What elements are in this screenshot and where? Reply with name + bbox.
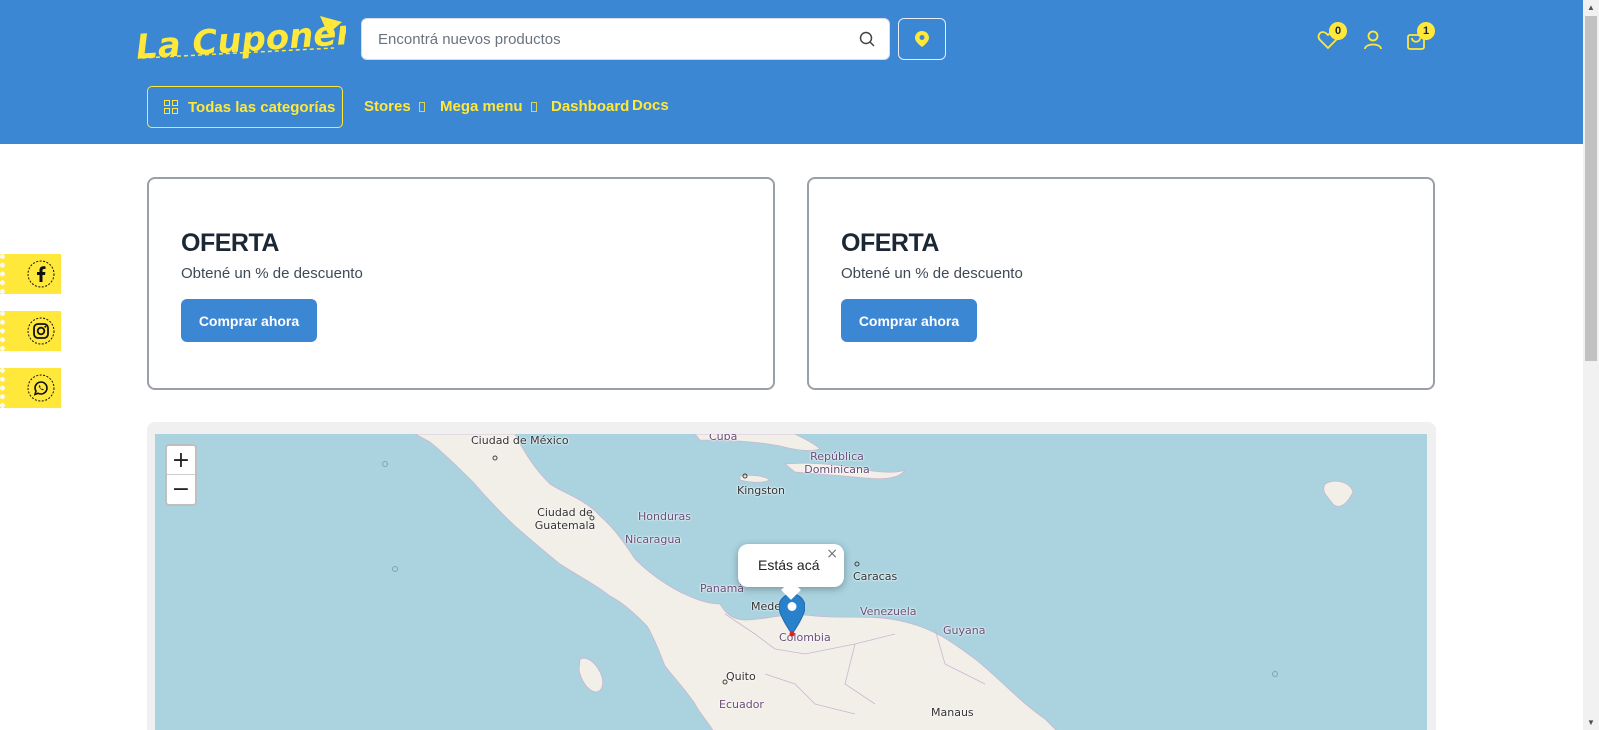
whatsapp-icon — [27, 374, 55, 402]
map-label: Cuba — [709, 434, 738, 443]
scroll-down-icon[interactable]: ▼ — [1587, 718, 1595, 727]
search-box — [361, 18, 890, 60]
nav-dashboard-label: Dashboard — [551, 98, 630, 115]
map-label: Venezuela — [860, 605, 917, 618]
map-label: Nicaragua — [625, 533, 682, 546]
scrollbar[interactable]: ▲ ▼ — [1583, 0, 1599, 730]
nav-docs-label: Docs — [632, 97, 669, 114]
whatsapp-link[interactable] — [0, 368, 61, 408]
close-icon[interactable]: × — [826, 546, 838, 562]
brand-logo[interactable]: La Cuponera — [134, 12, 346, 68]
zoom-control: + − — [165, 444, 197, 506]
instagram-icon — [27, 317, 55, 345]
offer-subtitle: Obtené un % de descuento — [181, 265, 363, 282]
nav-stores[interactable]: Stores — [364, 98, 425, 115]
scrollbar-thumb[interactable] — [1585, 16, 1597, 361]
location-marker-icon[interactable] — [779, 594, 805, 638]
map-label: Ecuador — [719, 698, 764, 711]
offer-title: OFERTA — [181, 229, 279, 257]
svg-text:La Cuponera: La Cuponera — [135, 12, 346, 68]
map-label: República Dominicana — [804, 450, 870, 476]
location-button[interactable] — [898, 18, 946, 60]
map-label: Manaus — [931, 706, 974, 719]
nav-dashboard[interactable]: Dashboard — [551, 98, 629, 115]
popup-text: Estás acá — [758, 557, 820, 573]
search-input[interactable] — [378, 19, 848, 59]
grid-icon — [164, 100, 178, 114]
map-label: Honduras — [638, 510, 691, 523]
chevron-down-icon — [530, 102, 537, 113]
nav-docs[interactable]: Docs — [632, 97, 669, 114]
facebook-icon — [27, 260, 55, 288]
map-pin-icon — [915, 31, 929, 47]
map-label: Guyana — [943, 624, 986, 637]
cart-count-badge: 1 — [1417, 22, 1435, 40]
offer-card: OFERTA Obtené un % de descuento Comprar … — [807, 177, 1435, 390]
instagram-link[interactable] — [0, 311, 61, 351]
offer-card: OFERTA Obtené un % de descuento Comprar … — [147, 177, 775, 390]
map-label: Panamá — [700, 582, 745, 595]
zoom-in-button[interactable]: + — [167, 446, 195, 475]
map[interactable]: + − Ciudad de México Cuba República Domi… — [155, 434, 1427, 730]
chevron-down-icon — [418, 102, 425, 113]
search-icon[interactable] — [859, 31, 875, 47]
buy-now-button[interactable]: Comprar ahora — [841, 299, 977, 342]
map-label: Caracas — [853, 570, 898, 583]
offer-subtitle: Obtené un % de descuento — [841, 265, 1023, 282]
user-icon[interactable] — [1362, 29, 1384, 51]
all-categories-label: Todas las categorías — [188, 98, 336, 116]
map-label: Kingston — [737, 484, 785, 497]
page: La Cuponera 0 1 — [0, 0, 1599, 730]
map-label: Quito — [726, 670, 756, 683]
nav-stores-label: Stores — [364, 98, 411, 115]
header: La Cuponera 0 1 — [0, 0, 1583, 144]
map-label: Ciudad de México — [471, 434, 569, 447]
nav-mega-menu-label: Mega menu — [440, 98, 523, 115]
nav-mega-menu[interactable]: Mega menu — [440, 98, 537, 115]
map-popup: Estás acá × — [738, 544, 844, 600]
all-categories-button[interactable]: Todas las categorías — [147, 86, 343, 128]
zoom-out-button[interactable]: − — [167, 475, 195, 504]
buy-now-button[interactable]: Comprar ahora — [181, 299, 317, 342]
facebook-link[interactable] — [0, 254, 61, 294]
wishlist-count-badge: 0 — [1329, 22, 1347, 40]
scroll-up-icon[interactable]: ▲ — [1587, 3, 1595, 12]
map-label: Ciudad de Guatemala — [534, 506, 596, 532]
offer-title: OFERTA — [841, 229, 939, 257]
